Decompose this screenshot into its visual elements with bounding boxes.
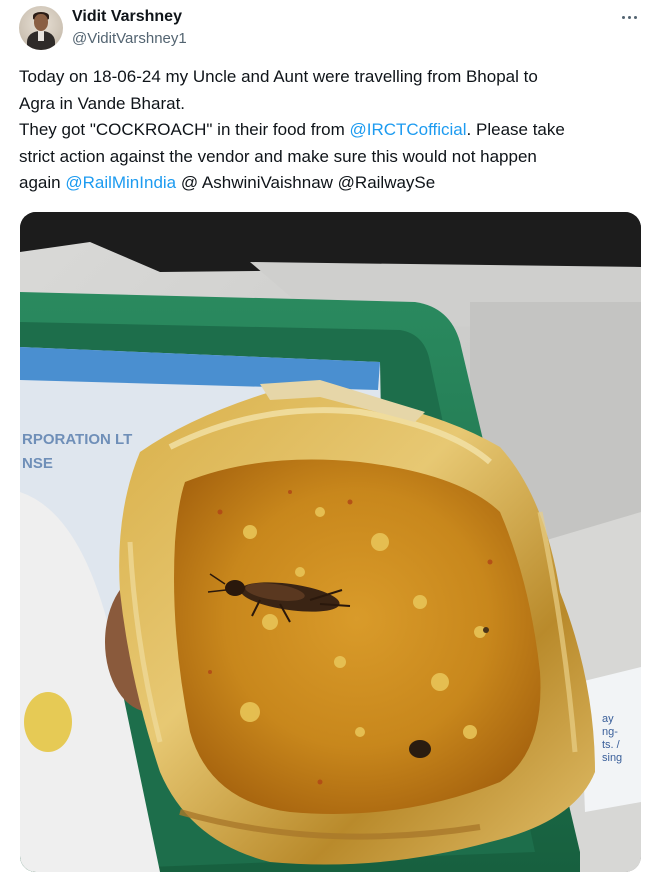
tweet-card: Vidit Varshney @ViditVarshney1 Today on … (0, 0, 655, 872)
avatar[interactable] (19, 6, 63, 50)
tweet-line: They got "COCKROACH" in their food from … (19, 120, 565, 139)
dal-food (174, 459, 541, 814)
packet-text: sing (602, 752, 622, 764)
packet-text: ng- (602, 726, 618, 738)
tweet-photo[interactable]: RPORATION LT NSE ay ng- ts. / sing (20, 212, 641, 872)
tweet-line: strict action against the vendor and mak… (19, 146, 537, 166)
packet-text: ay (602, 713, 614, 725)
packet-text: ts. / (602, 739, 621, 751)
tweet-line: Today on 18-06-24 my Uncle and Aunt were… (19, 67, 538, 86)
more-options-icon[interactable] (612, 6, 646, 28)
tweet-line: again @RailMinIndia @ AshwiniVaishnaw @R… (19, 173, 436, 192)
author-display-name[interactable]: Vidit Varshney (72, 8, 182, 26)
tray-label-text: RPORATION LT (22, 431, 132, 448)
mention-railminindia[interactable]: @RailMinIndia (65, 173, 176, 192)
mention-irctc[interactable]: @IRCTCofficial (349, 120, 466, 139)
tweet-text: Today on 18-06-24 my Uncle and Aunt were… (19, 64, 641, 197)
author-handle[interactable]: @ViditVarshney1 (72, 30, 187, 47)
tray-label-text: NSE (22, 455, 53, 472)
tweet-line: Agra in Vande Bharat. (19, 93, 186, 113)
